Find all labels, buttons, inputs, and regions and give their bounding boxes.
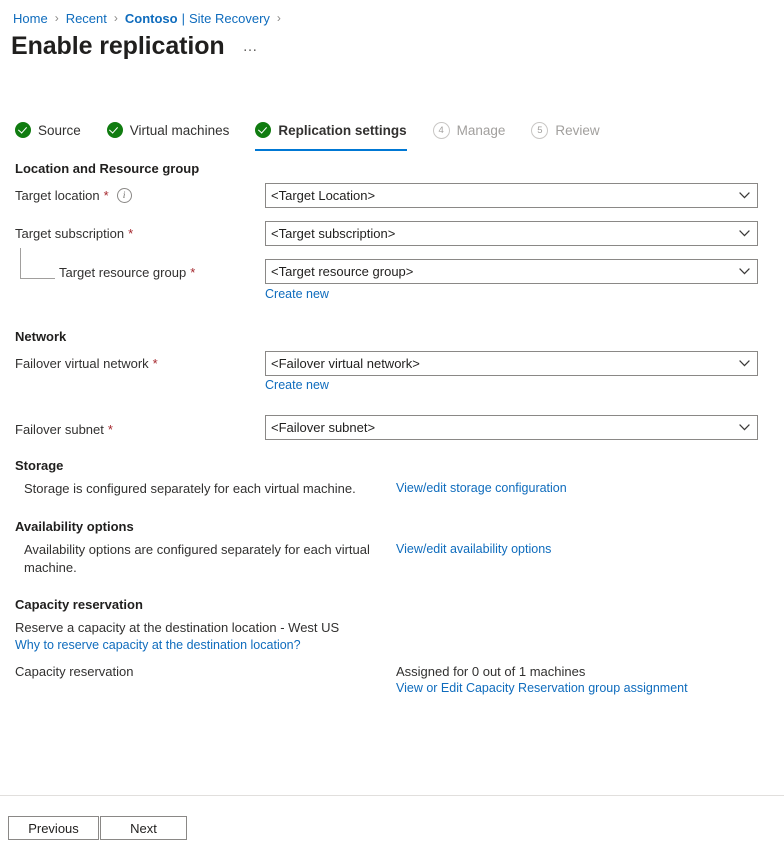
section-heading-capacity-reservation: Capacity reservation xyxy=(15,597,143,612)
required-marker: * xyxy=(153,356,158,371)
footer-divider xyxy=(0,795,784,796)
chevron-down-icon xyxy=(731,352,757,375)
label-failover-subnet: Failover subnet * xyxy=(15,422,113,437)
breadcrumb: Home › Recent › Contoso | Site Recovery … xyxy=(13,9,288,27)
more-options-icon[interactable]: … xyxy=(243,38,260,55)
availability-description-line1: Availability options are configured sepa… xyxy=(24,542,370,557)
step-number-icon: 5 xyxy=(531,122,548,139)
breadcrumb-separator-icon: › xyxy=(55,11,59,25)
why-reserve-capacity-link[interactable]: Why to reserve capacity at the destinati… xyxy=(15,638,301,652)
failover-virtual-network-value: <Failover virtual network> xyxy=(266,356,731,371)
view-edit-capacity-reservation-group-link[interactable]: View or Edit Capacity Reservation group … xyxy=(396,681,688,695)
label-target-resource-group: Target resource group * xyxy=(59,265,195,280)
tab-review[interactable]: 5 Review xyxy=(531,117,599,145)
label-text: Target resource group xyxy=(59,265,186,280)
page-header: Enable replication … xyxy=(11,32,259,61)
target-resource-group-dropdown[interactable]: <Target resource group> xyxy=(265,259,758,284)
required-marker: * xyxy=(108,422,113,437)
section-heading-location: Location and Resource group xyxy=(15,161,199,176)
active-tab-underline xyxy=(255,149,406,151)
chevron-down-icon xyxy=(731,184,757,207)
section-heading-availability: Availability options xyxy=(15,519,134,534)
label-target-subscription: Target subscription * xyxy=(15,226,133,241)
view-edit-storage-configuration-link[interactable]: View/edit storage configuration xyxy=(396,481,567,495)
label-text: Failover virtual network xyxy=(15,356,149,371)
chevron-down-icon xyxy=(731,416,757,439)
required-marker: * xyxy=(190,265,195,280)
next-button[interactable]: Next xyxy=(100,816,187,840)
nesting-connector xyxy=(20,248,55,279)
failover-subnet-dropdown[interactable]: <Failover subnet> xyxy=(265,415,758,440)
breadcrumb-item-home[interactable]: Home xyxy=(13,11,48,26)
target-subscription-value: <Target subscription> xyxy=(266,226,731,241)
section-heading-storage: Storage xyxy=(15,458,63,473)
check-circle-icon xyxy=(107,122,123,138)
create-new-virtual-network-link[interactable]: Create new xyxy=(265,378,329,392)
create-new-resource-group-link[interactable]: Create new xyxy=(265,287,329,301)
tab-label: Source xyxy=(38,123,81,138)
label-text: Target location xyxy=(15,188,100,203)
tab-replication-settings[interactable]: Replication settings xyxy=(255,117,406,145)
check-circle-icon xyxy=(255,122,271,138)
check-circle-icon xyxy=(15,122,31,138)
label-failover-virtual-network: Failover virtual network * xyxy=(15,356,158,371)
label-capacity-reservation: Capacity reservation xyxy=(15,664,134,679)
breadcrumb-item-recent[interactable]: Recent xyxy=(66,11,107,26)
capacity-reservation-assignment-value: Assigned for 0 out of 1 machines xyxy=(396,664,585,679)
label-target-location: Target location * i xyxy=(15,188,132,203)
tab-source[interactable]: Source xyxy=(15,117,81,145)
tab-manage[interactable]: 4 Manage xyxy=(433,117,506,145)
breadcrumb-separator-icon: › xyxy=(114,11,118,25)
view-edit-availability-options-link[interactable]: View/edit availability options xyxy=(396,542,551,556)
info-icon[interactable]: i xyxy=(117,188,132,203)
tab-virtual-machines[interactable]: Virtual machines xyxy=(107,117,230,145)
step-number-icon: 4 xyxy=(433,122,450,139)
tab-label: Virtual machines xyxy=(130,123,230,138)
chevron-down-icon xyxy=(731,260,757,283)
failover-virtual-network-dropdown[interactable]: <Failover virtual network> xyxy=(265,351,758,376)
required-marker: * xyxy=(128,226,133,241)
required-marker: * xyxy=(104,188,109,203)
breadcrumb-separator-icon: › xyxy=(277,11,281,25)
target-subscription-dropdown[interactable]: <Target subscription> xyxy=(265,221,758,246)
breadcrumb-item-resource[interactable]: Contoso xyxy=(125,11,178,26)
breadcrumb-item-site-recovery[interactable]: Site Recovery xyxy=(189,11,270,26)
target-resource-group-value: <Target resource group> xyxy=(266,264,731,279)
breadcrumb-pipe: | xyxy=(182,11,185,26)
failover-subnet-value: <Failover subnet> xyxy=(266,420,731,435)
target-location-dropdown[interactable]: <Target Location> xyxy=(265,183,758,208)
tab-label: Replication settings xyxy=(278,123,406,138)
label-text: Failover subnet xyxy=(15,422,104,437)
tab-label: Review xyxy=(555,123,599,138)
wizard-tab-strip: Source Virtual machines Replication sett… xyxy=(15,117,626,147)
tab-label: Manage xyxy=(457,123,506,138)
chevron-down-icon xyxy=(731,222,757,245)
availability-description-line2: machine. xyxy=(24,560,77,575)
section-heading-network: Network xyxy=(15,329,66,344)
target-location-value: <Target Location> xyxy=(266,188,731,203)
capacity-reservation-description: Reserve a capacity at the destination lo… xyxy=(15,620,339,635)
label-text: Target subscription xyxy=(15,226,124,241)
storage-description: Storage is configured separately for eac… xyxy=(24,481,356,496)
page-title: Enable replication xyxy=(11,32,225,61)
previous-button[interactable]: Previous xyxy=(8,816,99,840)
